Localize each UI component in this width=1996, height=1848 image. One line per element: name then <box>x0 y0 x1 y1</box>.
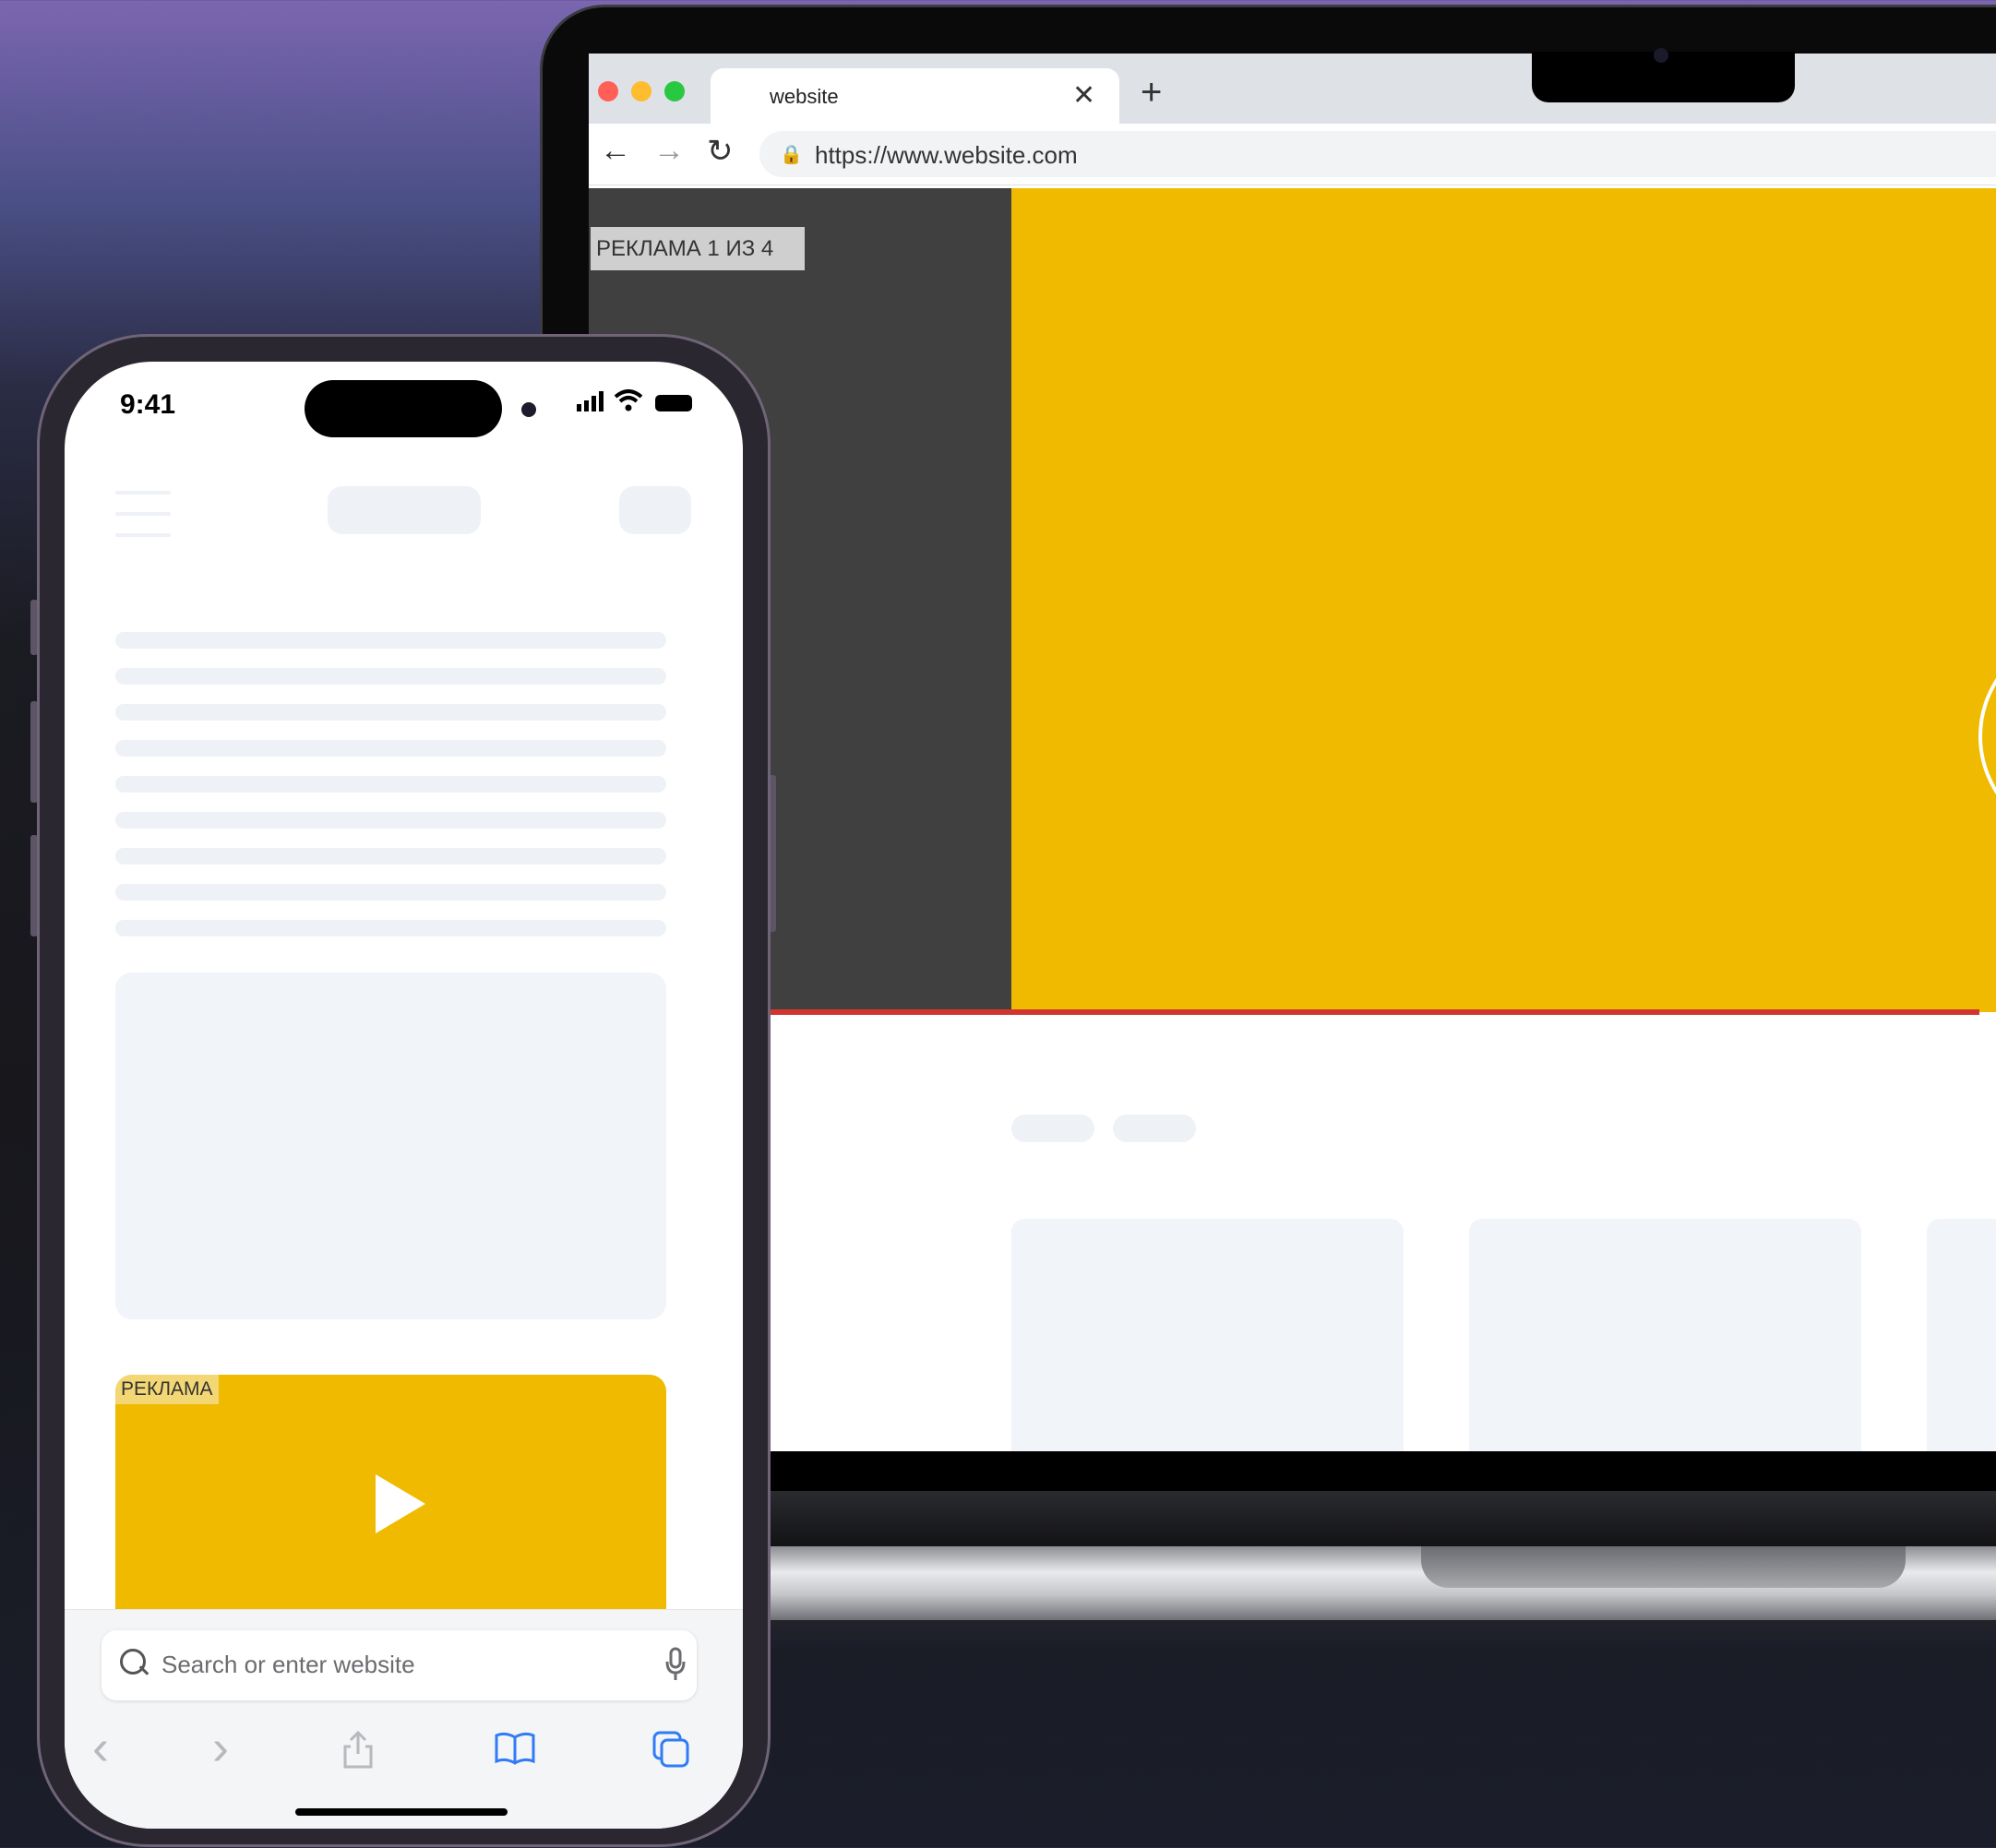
video-ad-player[interactable] <box>1011 188 1996 1012</box>
ad-label: РЕКЛАМА <box>115 1375 219 1404</box>
signal-icon <box>577 391 608 416</box>
menu-icon-line <box>115 533 171 537</box>
share-icon[interactable] <box>341 1730 375 1773</box>
skeleton-text-line <box>115 812 666 829</box>
skeleton-text-line <box>115 848 666 864</box>
mobile-video-ad[interactable]: РЕКЛАМА <box>115 1375 666 1615</box>
back-arrow-icon[interactable]: ‹ <box>92 1719 109 1776</box>
camera-icon <box>1654 48 1668 63</box>
forward-arrow-icon[interactable]: → <box>653 133 685 169</box>
skeleton-text-line <box>115 776 666 793</box>
play-button[interactable] <box>1978 631 1996 841</box>
plus-icon[interactable]: + <box>1141 72 1162 113</box>
laptop-screen: website ✕ + ← → ↻ 🔒 https://www.website.… <box>589 54 1996 1451</box>
search-input[interactable]: Search or enter website <box>102 1630 697 1700</box>
home-indicator <box>295 1808 508 1816</box>
skeleton-button <box>619 486 691 534</box>
dynamic-island <box>305 380 502 437</box>
video-progress-bar[interactable] <box>589 1009 1979 1015</box>
mic-icon[interactable] <box>664 1647 687 1687</box>
lock-icon: 🔒 <box>780 145 803 165</box>
tabs-icon[interactable] <box>651 1730 690 1773</box>
bookmarks-icon[interactable] <box>494 1732 536 1770</box>
search-placeholder: Search or enter website <box>161 1651 415 1678</box>
skeleton-image <box>115 972 666 1319</box>
skeleton-pill <box>1113 1115 1196 1142</box>
minimize-window-button[interactable] <box>631 81 651 101</box>
skeleton-text-line <box>115 740 666 757</box>
menu-icon-line <box>115 512 171 516</box>
zoom-window-button[interactable] <box>664 81 685 101</box>
phone-screen: 9:41 РЕКЛАМА Search or enter website ‹ › <box>65 362 743 1829</box>
wifi-icon <box>614 389 643 416</box>
battery-icon <box>655 395 692 411</box>
skeleton-text-line <box>115 920 666 936</box>
laptop-lid-notch <box>1421 1546 1906 1588</box>
skeleton-card <box>1469 1219 1861 1451</box>
skeleton-text-line <box>115 632 666 649</box>
back-arrow-icon[interactable]: ← <box>600 133 631 169</box>
close-window-button[interactable] <box>598 81 618 101</box>
skeleton-card <box>1927 1219 1996 1451</box>
skeleton-pill <box>1011 1115 1094 1142</box>
skeleton-logo <box>328 486 481 534</box>
reload-icon[interactable]: ↻ <box>707 133 734 170</box>
skeleton-card <box>1011 1219 1404 1451</box>
browser-toolbar: ← → ↻ 🔒 https://www.website.com <box>589 124 1996 185</box>
play-icon[interactable] <box>376 1474 425 1533</box>
safari-bottom-bar: Search or enter website ‹ › <box>65 1609 743 1829</box>
tab-title: website <box>770 85 839 108</box>
ad-counter-label: РЕКЛАМА 1 ИЗ 4 <box>591 227 805 270</box>
skeleton-text-line <box>115 704 666 721</box>
camera-icon <box>521 402 536 417</box>
skeleton-text-line <box>115 884 666 900</box>
menu-icon[interactable] <box>115 491 171 495</box>
status-time: 9:41 <box>120 389 176 420</box>
skeleton-text-line <box>115 668 666 685</box>
address-bar[interactable]: 🔒 https://www.website.com <box>759 131 1996 177</box>
close-icon[interactable]: ✕ <box>1072 79 1095 112</box>
forward-arrow-icon[interactable]: › <box>212 1719 229 1776</box>
url-text: https://www.website.com <box>815 141 1078 169</box>
